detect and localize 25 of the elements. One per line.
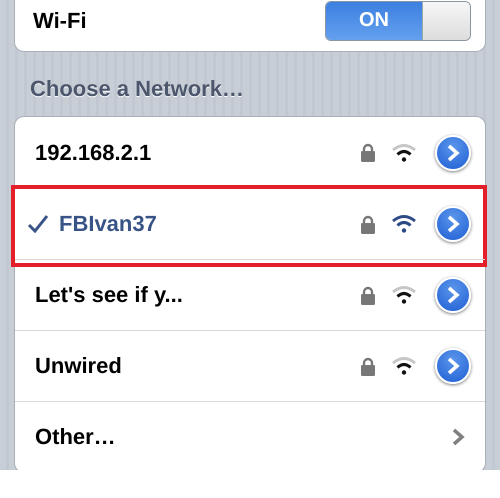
- network-name[interactable]: FBIvan37: [59, 211, 351, 237]
- detail-button[interactable]: [435, 348, 471, 384]
- wifi-signal-icon: [391, 356, 417, 376]
- network-row[interactable]: Unwired: [15, 330, 485, 401]
- network-name[interactable]: Unwired: [35, 353, 351, 379]
- wifi-signal-icon: [391, 214, 417, 234]
- network-row[interactable]: Other…: [15, 401, 485, 470]
- section-header: Choose a Network…: [29, 75, 245, 103]
- wifi-signal-icon: [391, 285, 417, 305]
- detail-button[interactable]: [435, 134, 471, 170]
- network-row[interactable]: Let's see if y...: [15, 259, 485, 330]
- network-name[interactable]: Let's see if y...: [35, 282, 351, 308]
- network-row[interactable]: FBIvan37: [15, 188, 485, 259]
- chevron-icon: [446, 142, 460, 162]
- detail-button[interactable]: [435, 277, 471, 313]
- chevron-icon: [451, 427, 465, 447]
- chevron-icon: [446, 285, 460, 305]
- network-name[interactable]: 192.168.2.1: [35, 140, 351, 166]
- network-name[interactable]: Other…: [35, 424, 441, 450]
- chevron-icon: [446, 356, 460, 376]
- chevron-icon: [446, 214, 460, 234]
- detail-button[interactable]: [435, 206, 471, 242]
- setting-label: Wi-Fi: [33, 8, 87, 34]
- wifi-signal-icon: [391, 142, 417, 162]
- network-row[interactable]: 192.168.2.1: [15, 117, 485, 188]
